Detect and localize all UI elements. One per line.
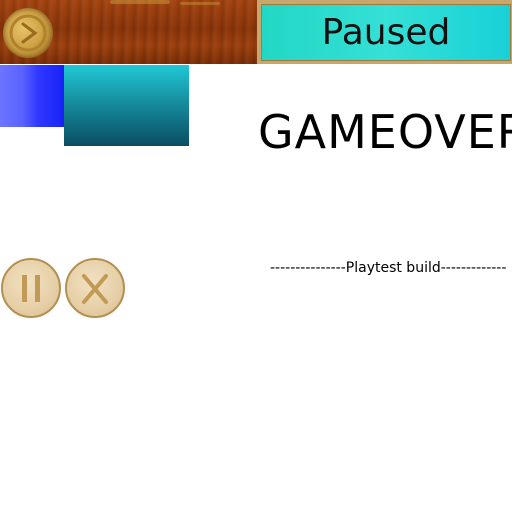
wood-grain-highlight xyxy=(110,0,170,4)
wood-grain-highlight xyxy=(180,2,220,5)
teal-swatch xyxy=(64,65,189,146)
pause-button[interactable] xyxy=(1,258,61,318)
paused-label: Paused xyxy=(321,12,451,53)
pause-icon xyxy=(22,275,40,302)
game-over-title: GAMEOVER xyxy=(258,105,512,159)
coin-icon xyxy=(3,8,53,58)
wood-bar xyxy=(0,0,257,64)
paused-panel: Paused xyxy=(261,4,511,61)
blue-swatch xyxy=(0,65,64,127)
close-icon xyxy=(82,274,108,304)
playtest-build-label: ---------------Playtest build-----------… xyxy=(270,260,507,276)
close-button[interactable] xyxy=(65,258,125,318)
